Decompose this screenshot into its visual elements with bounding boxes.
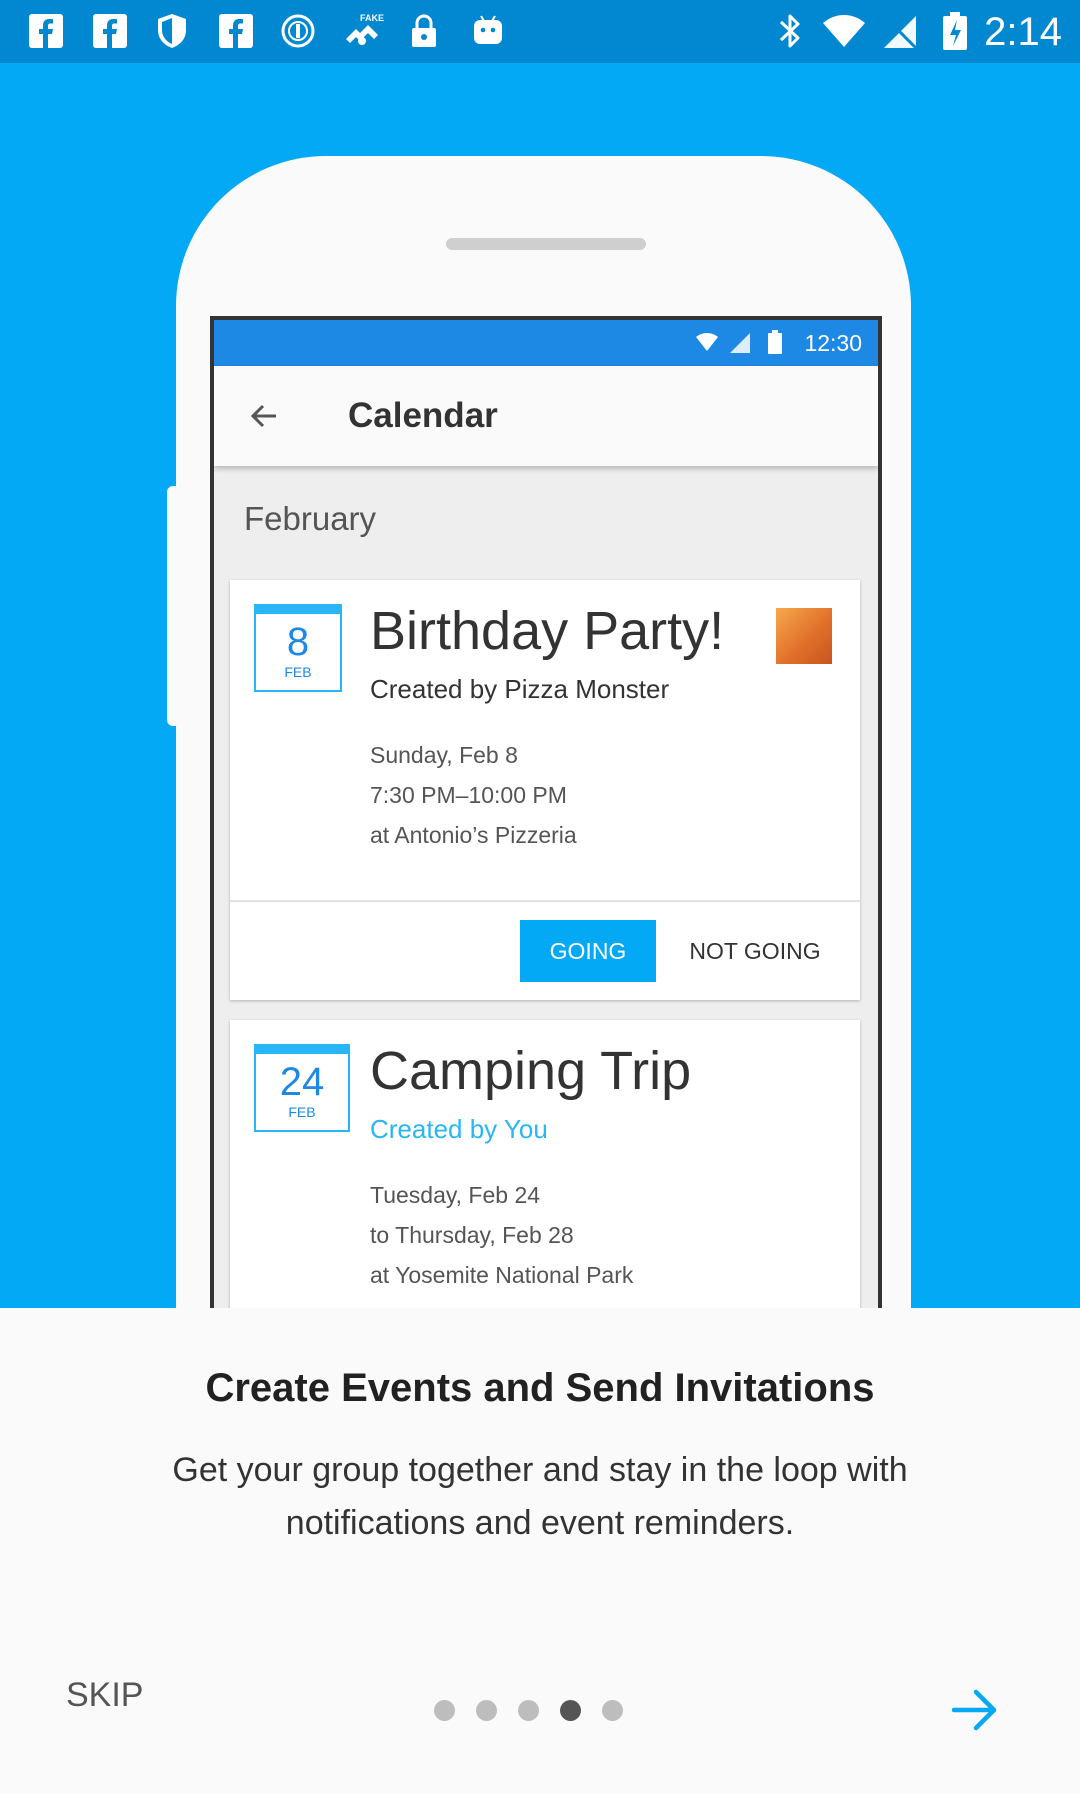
page-dot[interactable] [434,1700,455,1721]
illustration-app-bar: Calendar [214,366,878,466]
page-dot[interactable] [518,1700,539,1721]
page-dot[interactable] [602,1700,623,1721]
password-manager-icon [280,13,316,49]
no-signal-icon [880,13,920,49]
wifi-icon [696,333,718,351]
page-dot-active[interactable] [560,1700,581,1721]
back-arrow-icon [250,404,276,428]
onboarding-illustration: 12:30 Calendar February 8 FEB Birthday P… [0,63,1080,1308]
calendar-date-icon: 24 FEB [254,1044,350,1132]
card-divider [230,900,860,902]
bluetooth-icon [772,13,808,49]
next-button[interactable] [944,1678,1008,1742]
calendar-date-icon: 8 FEB [254,604,342,692]
status-time: 2:14 [984,10,1062,54]
not-going-button: NOT GOING [689,937,821,964]
page-indicator [434,1700,623,1721]
android-icon [470,13,506,49]
event-creator: Created by You [370,1114,548,1144]
event-card: 24 FEB Camping Trip Created by You Tuesd… [230,1020,860,1308]
event-creator: Created by Pizza Monster [370,674,670,704]
illustration-month-header: February [244,500,377,537]
event-photo [776,608,832,664]
arrow-right-icon [952,1689,997,1731]
illustration-app-title: Calendar [348,396,498,435]
facebook-icon [28,13,64,49]
onboarding-title: Create Events and Send Invitations [205,1366,875,1410]
event-time: 7:30 PM–10:00 PM [370,782,567,808]
event-title: Birthday Party! [370,601,725,661]
event-card: 8 FEB Birthday Party! Created by Pizza M… [230,580,860,1000]
phone-illustration: 12:30 Calendar February 8 FEB Birthday P… [167,156,911,1308]
event-location: at Yosemite National Park [370,1262,634,1288]
battery-charging-icon [938,12,972,50]
onboarding-panel: Create Events and Send Invitations Get y… [0,1308,1080,1794]
event-date: Sunday, Feb 8 [370,742,518,768]
illustration-status-bar: 12:30 [214,320,878,366]
facebook-icon [92,13,128,49]
event-date: Tuesday, Feb 24 [370,1182,541,1208]
status-bar: FAKE 2:14 [0,0,1080,63]
illustration-status-time: 12:30 [804,330,862,356]
lock-icon [406,13,442,49]
going-button: GOING [520,920,656,982]
fake-gps-icon: FAKE [340,13,384,49]
event-end-date: to Thursday, Feb 28 [370,1222,574,1248]
onboarding-description: Get your group together and stay in the … [172,1451,908,1542]
phone-side-button [167,486,179,726]
shield-icon [154,13,190,49]
wifi-icon [822,13,866,49]
battery-icon [768,330,782,354]
signal-icon [730,333,750,353]
phone-speaker [446,238,646,250]
svg-text:FAKE: FAKE [360,13,384,23]
event-location: at Antonio’s Pizzeria [370,822,577,848]
phone-screen: 12:30 Calendar February 8 FEB Birthday P… [210,316,882,1308]
facebook-icon [218,13,254,49]
skip-button[interactable]: SKIP [48,1666,161,1725]
page-dot[interactable] [476,1700,497,1721]
event-title: Camping Trip [370,1041,692,1101]
